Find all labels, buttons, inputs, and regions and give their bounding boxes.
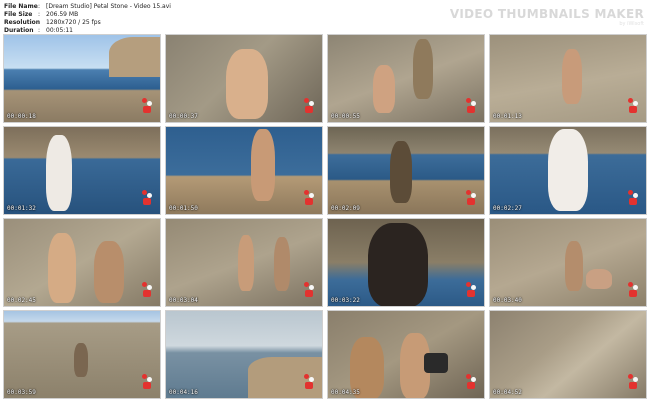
studio-logo-icon: [304, 190, 314, 206]
person-figure: [274, 237, 290, 291]
timestamp: 00:02:45: [7, 297, 36, 304]
person-figure: [74, 343, 88, 377]
studio-logo-icon: [142, 98, 152, 114]
timestamp: 00:03:04: [169, 297, 198, 304]
studio-logo-icon: [628, 282, 638, 298]
timestamp: 00:00:37: [169, 113, 198, 120]
timestamp: 00:04:35: [331, 389, 360, 396]
meta-separator: :: [38, 3, 41, 10]
thumbnail[interactable]: 00:02:27: [489, 126, 647, 215]
thumbnail[interactable]: 00:02:09: [327, 126, 485, 215]
timestamp: 00:03:40: [493, 297, 522, 304]
timestamp: 00:02:09: [331, 205, 360, 212]
thumbnail[interactable]: 00:00:18: [3, 34, 161, 123]
meta-file-size: File Size : 206.59 MB: [4, 11, 171, 19]
meta-value: 206.59 MB: [46, 11, 79, 18]
meta-resolution: Resolution : 1280x720 / 25 fps: [4, 19, 171, 27]
person-figure: [251, 129, 275, 201]
studio-logo-icon: [304, 98, 314, 114]
person-figure: [368, 223, 428, 306]
meta-key: Resolution: [4, 19, 41, 26]
thumbnail[interactable]: 00:01:13: [489, 34, 647, 123]
thumbnail[interactable]: 00:03:22: [327, 218, 485, 307]
person-figure: [373, 65, 395, 113]
thumbnail[interactable]: 00:00:37: [165, 34, 323, 123]
studio-logo-icon: [466, 98, 476, 114]
person-figure: [562, 49, 582, 104]
studio-logo-icon: [142, 190, 152, 206]
person-figure: [390, 141, 412, 203]
watermark-subtitle: by iWisoft: [619, 21, 644, 27]
studio-logo-icon: [142, 282, 152, 298]
meta-value: 1280x720 / 25 fps: [46, 19, 101, 26]
info-header: File Name : [Dream Studio] Petal Stone -…: [4, 3, 171, 35]
person-figure: [548, 129, 588, 211]
boombox-shape: [424, 353, 448, 373]
timestamp: 00:00:18: [7, 113, 36, 120]
thumbnail[interactable]: 00:04:52: [489, 310, 647, 399]
studio-logo-icon: [628, 98, 638, 114]
thumbnail[interactable]: 00:04:16: [165, 310, 323, 399]
timestamp: 00:02:27: [493, 205, 522, 212]
studio-logo-icon: [466, 190, 476, 206]
person-figure: [46, 135, 72, 211]
meta-value: [Dream Studio] Petal Stone - Video 15.av…: [46, 3, 171, 10]
studio-logo-icon: [304, 282, 314, 298]
thumbnail[interactable]: 00:02:45: [3, 218, 161, 307]
timestamp: 00:04:16: [169, 389, 198, 396]
person-figure: [586, 269, 612, 289]
person-figure: [94, 241, 124, 303]
timestamp: 00:01:13: [493, 113, 522, 120]
person-figure: [226, 49, 268, 119]
studio-logo-icon: [142, 374, 152, 390]
studio-logo-icon: [628, 190, 638, 206]
person-figure: [413, 39, 433, 99]
timestamp: 00:03:59: [7, 389, 36, 396]
studio-logo-icon: [466, 282, 476, 298]
meta-separator: :: [38, 19, 41, 26]
studio-logo-icon: [304, 374, 314, 390]
timestamp: 00:04:52: [493, 389, 522, 396]
studio-logo-icon: [466, 374, 476, 390]
thumbnail[interactable]: 00:01:32: [3, 126, 161, 215]
rock-shape: [109, 37, 160, 77]
thumbnail[interactable]: 00:01:50: [165, 126, 323, 215]
thumbnail[interactable]: 00:03:59: [3, 310, 161, 399]
thumbnail[interactable]: 00:04:35: [327, 310, 485, 399]
meta-separator: :: [38, 11, 41, 18]
meta-key: File Size: [4, 11, 33, 18]
person-figure: [238, 235, 254, 291]
timestamp: 00:01:50: [169, 205, 198, 212]
timestamp: 00:00:55: [331, 113, 360, 120]
watermark-title: VIDEO THUMBNAILS MAKER: [449, 7, 644, 21]
timestamp: 00:01:32: [7, 205, 36, 212]
meta-key: File Name: [4, 3, 38, 10]
thumbnail[interactable]: 00:00:55: [327, 34, 485, 123]
thumbnail[interactable]: 00:03:04: [165, 218, 323, 307]
timestamp: 00:03:22: [331, 297, 360, 304]
thumbnail-grid: 00:00:18 00:00:37 00:00:55 00:01:13 00:0…: [3, 34, 647, 399]
person-figure: [48, 233, 76, 303]
studio-logo-icon: [628, 374, 638, 390]
person-figure: [565, 241, 583, 291]
thumbnail[interactable]: 00:03:40: [489, 218, 647, 307]
meta-file-name: File Name : [Dream Studio] Petal Stone -…: [4, 3, 171, 11]
